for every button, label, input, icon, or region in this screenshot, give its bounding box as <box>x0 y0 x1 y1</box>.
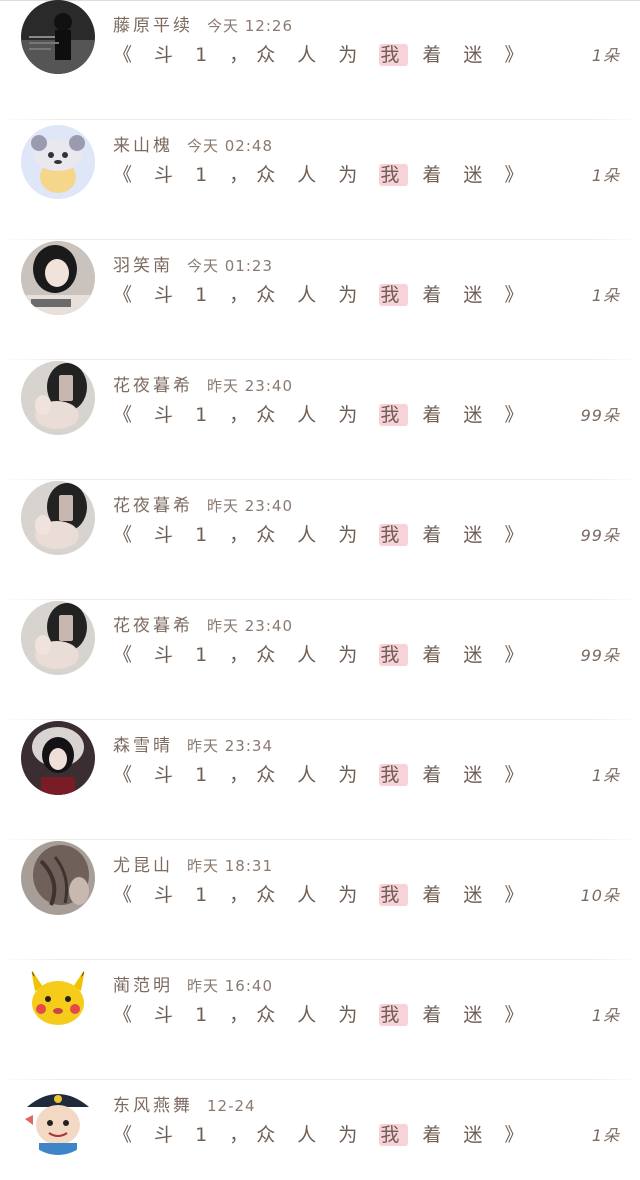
message-text: 《 斗 1 ，众 人 为 我 着 迷 》 <box>113 404 532 426</box>
gift-message-list: 藤原平续 今天 12:26 《 斗 1 ，众 人 为 我 着 迷 》 1朵 来山槐… <box>0 0 640 1180</box>
flower-count: 1朵 <box>591 46 620 65</box>
user-line: 花夜暮希 昨天 23:40 <box>113 371 293 396</box>
avatar[interactable] <box>21 601 95 675</box>
highlighted-char: 我 <box>379 164 409 186</box>
username[interactable]: 来山槐 <box>113 136 173 156</box>
username[interactable]: 东风燕舞 <box>113 1096 193 1116</box>
user-line: 来山槐 今天 02:48 <box>113 131 273 156</box>
highlighted-char: 我 <box>379 284 409 306</box>
message-text: 《 斗 1 ，众 人 为 我 着 迷 》 <box>113 1004 532 1026</box>
message-text: 《 斗 1 ，众 人 为 我 着 迷 》 <box>113 524 532 546</box>
list-item[interactable]: 花夜暮希 昨天 23:40 《 斗 1 ，众 人 为 我 着 迷 》 99朵 <box>0 480 640 600</box>
list-item[interactable]: 花夜暮希 昨天 23:40 《 斗 1 ，众 人 为 我 着 迷 》 99朵 <box>0 360 640 480</box>
user-line: 尤昆山 昨天 18:31 <box>113 851 273 876</box>
girl-photo-avatar-icon <box>21 241 95 315</box>
flower-count: 1朵 <box>591 1006 620 1025</box>
hair-photo-avatar-icon <box>21 841 95 915</box>
selfie-photo-avatar-icon <box>21 361 95 435</box>
user-line: 羽笑南 今天 01:23 <box>113 251 273 276</box>
message-text: 《 斗 1 ，众 人 为 我 着 迷 》 <box>113 764 532 786</box>
user-line: 森雪晴 昨天 23:34 <box>113 731 273 756</box>
dark-photo-avatar-icon <box>21 0 95 74</box>
flower-count: 99朵 <box>580 406 620 425</box>
list-item[interactable]: 东风燕舞 12-24 《 斗 1 ，众 人 为 我 着 迷 》 1朵 <box>0 1080 640 1180</box>
flower-count: 99朵 <box>580 526 620 545</box>
list-item[interactable]: 藤原平续 今天 12:26 《 斗 1 ，众 人 为 我 着 迷 》 1朵 <box>0 0 640 120</box>
highlighted-char: 我 <box>379 44 409 66</box>
timestamp: 今天 12:26 <box>207 17 293 35</box>
selfie-photo-avatar-icon <box>21 601 95 675</box>
avatar[interactable] <box>21 1081 95 1155</box>
list-item[interactable]: 蔺范明 昨天 16:40 《 斗 1 ，众 人 为 我 着 迷 》 1朵 <box>0 960 640 1080</box>
username[interactable]: 花夜暮希 <box>113 616 193 636</box>
username[interactable]: 尤昆山 <box>113 856 173 876</box>
flower-count: 1朵 <box>591 286 620 305</box>
avatar[interactable] <box>21 361 95 435</box>
message-text: 《 斗 1 ，众 人 为 我 着 迷 》 <box>113 884 532 906</box>
avatar[interactable] <box>21 125 95 199</box>
avatar[interactable] <box>21 841 95 915</box>
highlighted-char: 我 <box>379 1124 409 1146</box>
avatar[interactable] <box>21 961 95 1035</box>
highlighted-char: 我 <box>379 524 409 546</box>
username[interactable]: 森雪晴 <box>113 736 173 756</box>
timestamp: 昨天 23:34 <box>187 737 273 755</box>
avatar[interactable] <box>21 481 95 555</box>
user-line: 花夜暮希 昨天 23:40 <box>113 491 293 516</box>
timestamp: 12-24 <box>207 1097 256 1115</box>
flower-count: 99朵 <box>580 646 620 665</box>
username[interactable]: 蔺范明 <box>113 976 173 996</box>
message-text: 《 斗 1 ，众 人 为 我 着 迷 》 <box>113 284 532 306</box>
timestamp: 昨天 18:31 <box>187 857 273 875</box>
highlighted-char: 我 <box>379 1004 409 1026</box>
user-line: 东风燕舞 12-24 <box>113 1091 256 1116</box>
avatar[interactable] <box>21 721 95 795</box>
user-line: 花夜暮希 昨天 23:40 <box>113 611 293 636</box>
cartoon-animal-hat-avatar-icon <box>21 125 95 199</box>
pikachu-avatar-icon <box>21 961 95 1035</box>
message-text: 《 斗 1 ，众 人 为 我 着 迷 》 <box>113 164 532 186</box>
user-line: 蔺范明 昨天 16:40 <box>113 971 273 996</box>
user-line: 藤原平续 今天 12:26 <box>113 11 293 36</box>
list-item[interactable]: 花夜暮希 昨天 23:40 《 斗 1 ，众 人 为 我 着 迷 》 99朵 <box>0 600 640 720</box>
timestamp: 今天 02:48 <box>187 137 273 155</box>
selfie-photo-avatar-icon <box>21 481 95 555</box>
flower-count: 10朵 <box>580 886 620 905</box>
list-item[interactable]: 森雪晴 昨天 23:34 《 斗 1 ，众 人 为 我 着 迷 》 1朵 <box>0 720 640 840</box>
list-item[interactable]: 羽笑南 今天 01:23 《 斗 1 ，众 人 为 我 着 迷 》 1朵 <box>0 240 640 360</box>
highlighted-char: 我 <box>379 404 409 426</box>
avatar[interactable] <box>21 0 95 74</box>
message-text: 《 斗 1 ，众 人 为 我 着 迷 》 <box>113 1124 532 1146</box>
highlighted-char: 我 <box>379 764 409 786</box>
username[interactable]: 花夜暮希 <box>113 496 193 516</box>
list-item[interactable]: 来山槐 今天 02:48 《 斗 1 ，众 人 为 我 着 迷 》 1朵 <box>0 120 640 240</box>
message-text: 《 斗 1 ，众 人 为 我 着 迷 》 <box>113 44 532 66</box>
username[interactable]: 羽笑南 <box>113 256 173 276</box>
highlighted-char: 我 <box>379 644 409 666</box>
flower-count: 1朵 <box>591 166 620 185</box>
highlighted-char: 我 <box>379 884 409 906</box>
flower-count: 1朵 <box>591 1126 620 1145</box>
flower-count: 1朵 <box>591 766 620 785</box>
avatar[interactable] <box>21 241 95 315</box>
timestamp: 昨天 16:40 <box>187 977 273 995</box>
timestamp: 昨天 23:40 <box>207 617 293 635</box>
username[interactable]: 花夜暮希 <box>113 376 193 396</box>
timestamp: 昨天 23:40 <box>207 497 293 515</box>
hooded-girl-avatar-icon <box>21 721 95 795</box>
list-item[interactable]: 尤昆山 昨天 18:31 《 斗 1 ，众 人 为 我 着 迷 》 10朵 <box>0 840 640 960</box>
timestamp: 昨天 23:40 <box>207 377 293 395</box>
username[interactable]: 藤原平续 <box>113 16 193 36</box>
message-text: 《 斗 1 ，众 人 为 我 着 迷 》 <box>113 644 532 666</box>
timestamp: 今天 01:23 <box>187 257 273 275</box>
cartoon-pirate-avatar-icon <box>21 1081 95 1155</box>
